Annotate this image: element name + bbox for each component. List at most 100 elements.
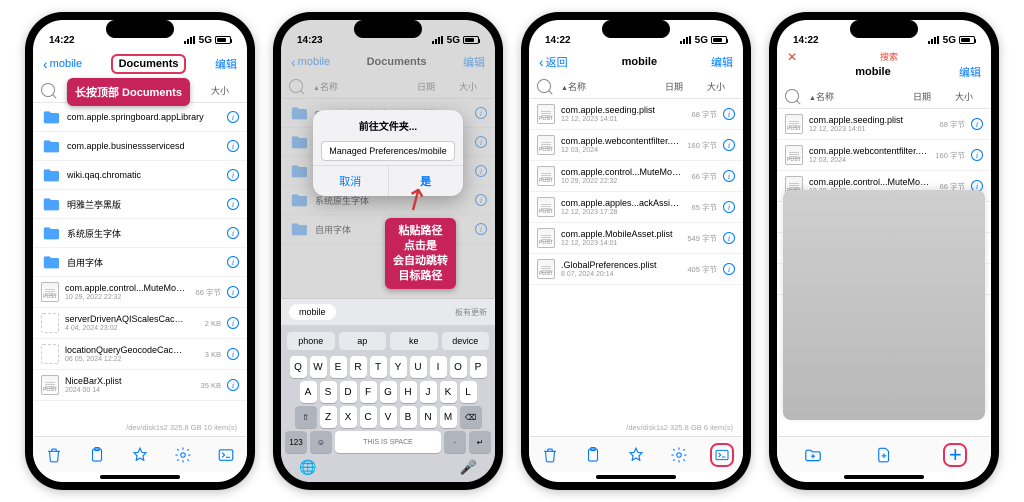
key-dot[interactable]: · — [444, 431, 466, 453]
file-row[interactable]: PLISTcom.apple.apples...ackAssistant.pli… — [529, 192, 743, 223]
home-indicator[interactable] — [844, 475, 924, 479]
close-button[interactable]: ✕ — [787, 50, 797, 64]
info-icon[interactable]: i — [227, 140, 239, 152]
prediction[interactable]: ap — [339, 332, 387, 350]
col-date[interactable]: 日期 — [913, 90, 955, 103]
mic-icon[interactable]: 🎤 — [460, 459, 477, 476]
info-icon[interactable]: i — [227, 379, 239, 391]
key-D[interactable]: D — [340, 381, 357, 403]
key-R[interactable]: R — [350, 356, 367, 378]
key-T[interactable]: T — [370, 356, 387, 378]
col-size[interactable]: 大小 — [707, 80, 735, 93]
edit-button[interactable]: 编辑 — [959, 64, 981, 80]
search-icon[interactable] — [785, 89, 799, 103]
key-N[interactable]: N — [420, 406, 437, 428]
edit-button[interactable]: 编辑 — [215, 56, 237, 72]
info-icon[interactable]: i — [723, 263, 735, 275]
nav-title[interactable]: Documents — [111, 54, 187, 74]
globe-icon[interactable]: 🌐 — [299, 459, 316, 476]
key-space[interactable]: THIS IS SPACE — [335, 431, 441, 453]
info-icon[interactable]: i — [227, 111, 239, 123]
home-indicator[interactable] — [100, 475, 180, 479]
prediction[interactable]: ke — [390, 332, 438, 350]
col-name[interactable]: 名称 — [568, 82, 586, 92]
key-B[interactable]: B — [400, 406, 417, 428]
new-file-icon[interactable] — [872, 443, 896, 467]
file-list[interactable]: PLISTcom.apple.seeding.plist12 12, 2023 … — [529, 99, 743, 419]
star-icon[interactable] — [624, 443, 648, 467]
search-icon[interactable] — [41, 83, 55, 97]
sort-icon[interactable]: ▲ — [809, 95, 816, 102]
plus-icon[interactable]: + — [943, 443, 967, 467]
gear-icon[interactable] — [171, 443, 195, 467]
key-U[interactable]: U — [410, 356, 427, 378]
info-icon[interactable]: i — [227, 256, 239, 268]
keyboard[interactable]: phoneapkedevice QWERTYUIOP ASDFGHJKL ⇧ZX… — [281, 325, 495, 482]
key-A[interactable]: A — [300, 381, 317, 403]
star-icon[interactable] — [128, 443, 152, 467]
new-folder-icon[interactable] — [801, 443, 825, 467]
prediction-bar[interactable]: phoneapkedevice — [285, 329, 491, 353]
key-C[interactable]: C — [360, 406, 377, 428]
info-icon[interactable]: i — [227, 286, 239, 298]
key-Z[interactable]: Z — [320, 406, 337, 428]
edit-button[interactable]: 编辑 — [711, 54, 733, 70]
key-V[interactable]: V — [380, 406, 397, 428]
key-Q[interactable]: Q — [290, 356, 307, 378]
terminal-icon[interactable] — [710, 443, 734, 467]
file-row[interactable]: 自用字体i — [33, 248, 247, 277]
info-icon[interactable]: i — [723, 232, 735, 244]
file-row[interactable]: PLISTcom.apple.webcontentfilter.plist12 … — [529, 130, 743, 161]
paste-pill[interactable]: mobile — [289, 304, 336, 320]
info-icon[interactable]: i — [227, 198, 239, 210]
key-J[interactable]: J — [420, 381, 437, 403]
col-name[interactable]: 名称 — [816, 92, 834, 102]
info-icon[interactable]: i — [227, 169, 239, 181]
paste-icon[interactable] — [581, 443, 605, 467]
info-icon[interactable]: i — [227, 317, 239, 329]
file-list[interactable]: com.apple.springboard.appLibraryicom.app… — [33, 103, 247, 419]
dialog-input[interactable]: Managed Preferences/mobile — [321, 141, 455, 161]
terminal-icon[interactable] — [214, 443, 238, 467]
info-icon[interactable]: i — [971, 118, 983, 130]
key-L[interactable]: L — [460, 381, 477, 403]
file-row[interactable]: PLIST.GlobalPreferences.plist8 07, 2024 … — [529, 254, 743, 285]
file-row[interactable]: PLISTcom.apple.seeding.plist12 12, 2023 … — [777, 109, 991, 140]
key-S[interactable]: S — [320, 381, 337, 403]
sort-icon[interactable]: ▲ — [561, 85, 568, 92]
prediction[interactable]: device — [442, 332, 490, 350]
search-icon[interactable] — [537, 79, 551, 93]
trash-icon[interactable] — [42, 443, 66, 467]
key-O[interactable]: O — [450, 356, 467, 378]
key-W[interactable]: W — [310, 356, 327, 378]
file-row[interactable]: PLISTcom.apple.control...MuteModule.plis… — [529, 161, 743, 192]
key-Y[interactable]: Y — [390, 356, 407, 378]
key-G[interactable]: G — [380, 381, 397, 403]
nav-title[interactable]: mobile — [622, 56, 657, 68]
key-I[interactable]: I — [430, 356, 447, 378]
prediction[interactable]: phone — [287, 332, 335, 350]
key-emoji[interactable]: ☺ — [310, 431, 332, 453]
file-row[interactable]: 明雅兰亭黑版i — [33, 190, 247, 219]
col-date[interactable]: 日期 — [665, 80, 707, 93]
back-button[interactable]: ‹ 返回 — [539, 54, 568, 70]
file-row[interactable]: serverDrivenAQIScalesCacheFolder4 04, 20… — [33, 308, 247, 339]
key-return[interactable]: ↵ — [469, 431, 491, 453]
info-icon[interactable]: i — [723, 108, 735, 120]
file-row[interactable]: PLISTcom.apple.control...MuteModule.plis… — [33, 277, 247, 308]
file-row[interactable]: PLISTcom.apple.seeding.plist12 12, 2023 … — [529, 99, 743, 130]
file-row[interactable]: PLISTcom.apple.MobileAsset.plist12 12, 2… — [529, 223, 743, 254]
info-icon[interactable]: i — [723, 170, 735, 182]
key-123[interactable]: 123 — [285, 431, 307, 453]
info-icon[interactable]: i — [227, 227, 239, 239]
file-row[interactable]: locationQueryGeocodeCacheFolder06 05, 20… — [33, 339, 247, 370]
file-row[interactable]: PLISTcom.apple.webcontentfilter.plist12 … — [777, 140, 991, 171]
home-indicator[interactable] — [596, 475, 676, 479]
key-del[interactable]: ⌫ — [460, 406, 482, 428]
nav-title[interactable]: mobile — [855, 66, 890, 78]
key-shift[interactable]: ⇧ — [295, 406, 317, 428]
file-row[interactable]: com.apple.springboard.appLibraryi — [33, 103, 247, 132]
info-icon[interactable]: i — [723, 201, 735, 213]
file-row[interactable]: com.apple.businessservicesdi — [33, 132, 247, 161]
trash-icon[interactable] — [538, 443, 562, 467]
